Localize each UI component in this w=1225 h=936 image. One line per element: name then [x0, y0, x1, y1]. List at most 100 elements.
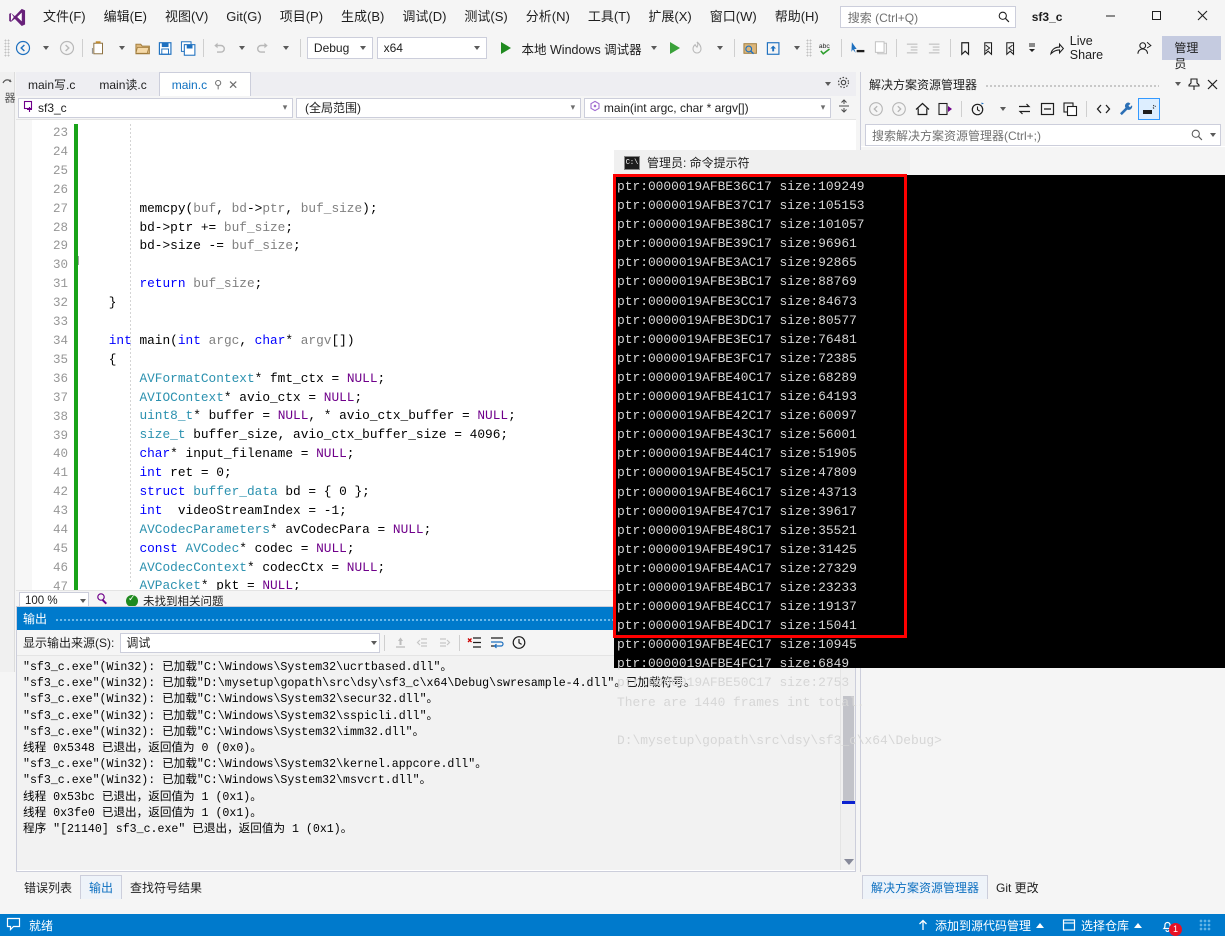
navbar-member-combo[interactable]: main(int argc, char * argv[]) ▾ — [583, 97, 831, 118]
command-prompt-titlebar[interactable]: C:\ 管理员: 命令提示符 — [614, 150, 910, 175]
clear-all-icon[interactable] — [464, 632, 486, 654]
notifications-button[interactable]: 1 — [1160, 918, 1182, 936]
pin-icon-panel[interactable] — [1185, 74, 1203, 94]
menu-item-edit[interactable]: 编辑(E) — [95, 5, 156, 29]
previous-message-icon[interactable] — [411, 632, 433, 654]
output-source-combo[interactable]: 调试 — [120, 632, 381, 653]
menu-item-analyze[interactable]: 分析(N) — [517, 5, 579, 29]
scroll-down-icon[interactable] — [844, 859, 854, 865]
decrease-indent-icon[interactable] — [901, 36, 923, 60]
toggle-word-wrap-icon[interactable] — [486, 632, 508, 654]
view-code-icon[interactable] — [1092, 98, 1114, 120]
command-prompt-output[interactable]: ptr:0000019AFBE36C17 size:109249 ptr:0000… — [614, 175, 1225, 748]
home-icon[interactable] — [911, 98, 933, 120]
live-preview-icon[interactable] — [762, 36, 784, 60]
new-project-dropdown-icon[interactable] — [109, 36, 131, 60]
save-all-icon[interactable] — [177, 36, 199, 60]
live-preview-dropdown-icon[interactable] — [784, 36, 806, 60]
toggle-timestamps-icon[interactable] — [508, 632, 530, 654]
show-all-files-icon[interactable] — [1059, 98, 1081, 120]
minimize-button[interactable] — [1087, 0, 1133, 30]
account-manager-icon[interactable] — [1133, 36, 1156, 60]
undo-dropdown-icon[interactable] — [230, 36, 252, 60]
toolbar-grip[interactable] — [4, 39, 10, 57]
navbar-scope-combo[interactable]: (全局范围) ▾ — [295, 97, 581, 118]
redo-dropdown-icon[interactable] — [274, 36, 296, 60]
editor-tab-main-c[interactable]: main.c ⚲ ✕ — [158, 72, 252, 96]
split-editor-icon[interactable] — [834, 99, 854, 116]
close-icon-panel[interactable] — [1203, 74, 1221, 94]
solution-explorer-search-input[interactable]: 搜索解决方案资源管理器(Ctrl+;) — [865, 124, 1221, 146]
menu-item-extensions[interactable]: 扩展(X) — [639, 5, 700, 29]
menu-item-project[interactable]: 项目(P) — [271, 5, 332, 29]
go-to-definition-icon[interactable] — [846, 36, 869, 60]
solution-explorer-drag-dots[interactable] — [985, 72, 1159, 96]
previous-bookmark-icon[interactable] — [977, 36, 999, 60]
collapse-all-icon[interactable] — [1036, 98, 1058, 120]
navigate-backward-dropdown-icon[interactable] — [34, 36, 56, 60]
properties-icon[interactable] — [1115, 98, 1137, 120]
menu-item-help[interactable]: 帮助(H) — [766, 5, 828, 29]
chevron-down-icon-solex-search[interactable] — [1207, 133, 1216, 137]
toolbar-grip-2[interactable] — [806, 39, 813, 57]
tab-solution-explorer[interactable]: 解决方案资源管理器 — [862, 875, 989, 899]
tab-git-changes[interactable]: Git 更改 — [988, 876, 1047, 899]
toggle-bookmark-icon[interactable] — [954, 36, 976, 60]
start-debugging-button[interactable] — [495, 36, 517, 60]
start-debugging-dropdown-icon[interactable] — [642, 36, 664, 60]
solution-platform-combo[interactable]: x64 — [376, 37, 487, 59]
hot-reload-dropdown-icon[interactable] — [708, 36, 730, 60]
collapse-region-icon[interactable]: − — [78, 256, 79, 265]
tab-output[interactable]: 输出 — [80, 875, 123, 899]
next-message-icon[interactable] — [433, 632, 455, 654]
save-icon[interactable] — [154, 36, 176, 60]
menu-item-build[interactable]: 生成(B) — [332, 5, 393, 29]
open-file-icon[interactable] — [131, 36, 154, 60]
solution-configuration-combo[interactable]: Debug — [306, 37, 373, 59]
preview-selected-items-icon[interactable] — [1138, 98, 1160, 120]
tab-error-list[interactable]: 错误列表 — [16, 876, 80, 899]
forward-icon[interactable] — [888, 98, 910, 120]
solution-explorer-tree[interactable] — [861, 146, 1225, 147]
menu-item-file[interactable]: 文件(F) — [34, 5, 95, 29]
pin-icon[interactable]: ⚲ — [214, 78, 222, 91]
menu-item-view[interactable]: 视图(V) — [156, 5, 217, 29]
navigate-backward-icon[interactable] — [12, 36, 34, 60]
comment-selection-icon[interactable] — [870, 36, 892, 60]
redo-icon[interactable] — [252, 36, 274, 60]
add-to-source-control-button[interactable]: 添加到源代码管理 — [916, 917, 1044, 934]
toolbar-overflow-icon[interactable] — [1021, 36, 1043, 60]
close-icon[interactable]: ✕ — [228, 78, 238, 92]
editor-tab-main-write[interactable]: main写.c — [16, 72, 88, 96]
select-startup-item-icon[interactable] — [739, 36, 762, 60]
pending-changes-filter-icon[interactable] — [967, 98, 989, 120]
navbar-project-combo[interactable]: sf3_c ▾ — [18, 97, 293, 118]
editor-glyph-margin[interactable] — [16, 120, 32, 590]
menu-item-window[interactable]: 窗口(W) — [701, 5, 766, 29]
tab-find-symbol-results[interactable]: 查找符号结果 — [122, 876, 210, 899]
menu-item-test[interactable]: 测试(S) — [455, 5, 516, 29]
active-files-dropdown-icon[interactable] — [822, 82, 831, 86]
editor-tab-main-read[interactable]: main读.c — [87, 72, 159, 96]
back-icon[interactable] — [865, 98, 887, 120]
navigate-forward-icon[interactable] — [56, 36, 78, 60]
hot-reload-icon[interactable] — [686, 36, 708, 60]
chevron-down-icon-filter[interactable] — [990, 98, 1012, 120]
start-without-debugging-icon[interactable] — [664, 36, 686, 60]
menu-item-tools[interactable]: 工具(T) — [579, 5, 640, 29]
global-search-input[interactable]: 搜索 (Ctrl+Q) — [839, 6, 1016, 28]
chevron-down-icon-panel[interactable] — [1167, 74, 1185, 94]
menu-item-debug[interactable]: 调试(D) — [393, 5, 455, 29]
increase-indent-icon[interactable] — [923, 36, 945, 60]
go-to-message-icon[interactable] — [389, 632, 411, 654]
toolbox-icon[interactable] — [0, 72, 14, 88]
undo-icon[interactable] — [208, 36, 230, 60]
menu-item-git[interactable]: Git(G) — [217, 5, 270, 29]
sync-with-active-document-icon[interactable] — [934, 98, 956, 120]
live-share-button[interactable]: Live Share — [1043, 34, 1133, 62]
command-prompt-window[interactable]: C:\ 管理员: 命令提示符 ptr:0000019AFBE36C17 size… — [614, 150, 1225, 748]
left-dock-strip[interactable]: 服务器资源管理器 — [0, 72, 31, 672]
resize-grip[interactable] — [1199, 919, 1211, 931]
maximize-button[interactable] — [1133, 0, 1179, 30]
close-button[interactable] — [1179, 0, 1225, 30]
